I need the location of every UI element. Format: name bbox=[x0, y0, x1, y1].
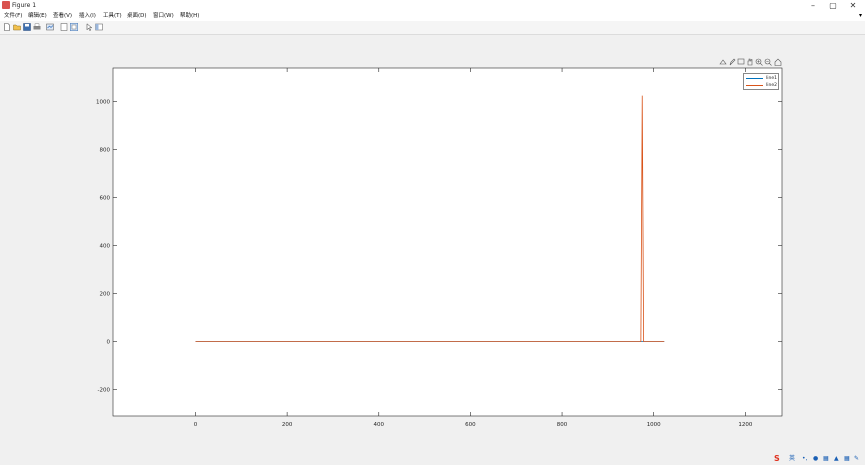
y-tick-label: 800 bbox=[100, 148, 111, 154]
brush-icon[interactable] bbox=[728, 58, 736, 66]
plot-svg: 0 200 400 600 800 1000 1200 -200 0 200 400 600 800 10… bbox=[96, 67, 783, 428]
x-tick-label: 0 bbox=[194, 422, 198, 428]
axes-background[interactable] bbox=[112, 67, 783, 417]
y-tick-label: 400 bbox=[100, 244, 111, 250]
zoom-out-icon[interactable] bbox=[764, 58, 772, 66]
legend-swatch-line1 bbox=[746, 78, 763, 79]
system-tray: S 英 •, ● ▦ ▲ ▦ ✎ bbox=[772, 452, 865, 465]
zoom-in-icon[interactable] bbox=[755, 58, 763, 66]
legend-entry-line2: line2 bbox=[746, 82, 777, 89]
export-icon[interactable] bbox=[719, 58, 727, 66]
y-tick-label: 600 bbox=[100, 196, 111, 202]
y-tick-label: -200 bbox=[98, 388, 111, 394]
axes-toolbar bbox=[719, 58, 783, 67]
apps-grid-icon[interactable]: ▦ bbox=[844, 454, 850, 463]
tools-icon[interactable]: ✎ bbox=[854, 454, 859, 463]
pan-hand-icon[interactable] bbox=[746, 58, 754, 66]
x-tick-label: 600 bbox=[465, 422, 476, 428]
x-tick-label: 1000 bbox=[647, 422, 661, 428]
x-tick-label: 200 bbox=[282, 422, 293, 428]
legend[interactable]: line1 line2 bbox=[743, 73, 779, 90]
ime-mode-icon[interactable]: 英 bbox=[789, 454, 795, 463]
legend-label-line1: line1 bbox=[766, 76, 777, 81]
legend-entry-line1: line1 bbox=[746, 75, 777, 82]
y-tick-label: 0 bbox=[107, 340, 111, 346]
shirt-icon[interactable]: ▲ bbox=[834, 454, 839, 463]
datatip-icon[interactable] bbox=[737, 58, 745, 66]
sogou-ime-icon[interactable]: S bbox=[774, 454, 780, 463]
legend-label-line2: line2 bbox=[766, 83, 777, 88]
x-tick-label: 800 bbox=[557, 422, 568, 428]
x-tick-label: 400 bbox=[374, 422, 385, 428]
x-tick-label: 1200 bbox=[738, 422, 752, 428]
y-tick-label: 1000 bbox=[96, 100, 110, 106]
punctuation-icon[interactable]: •, bbox=[802, 454, 807, 463]
home-icon[interactable] bbox=[774, 58, 782, 66]
keyboard-icon[interactable]: ▦ bbox=[823, 454, 829, 463]
legend-swatch-line2 bbox=[746, 85, 763, 86]
microphone-icon[interactable]: ● bbox=[813, 454, 818, 463]
y-tick-label: 200 bbox=[100, 292, 111, 298]
